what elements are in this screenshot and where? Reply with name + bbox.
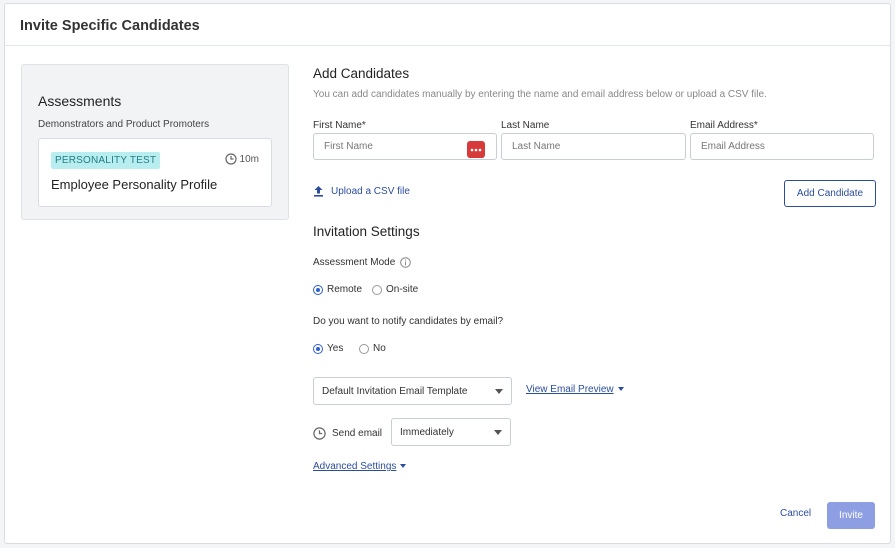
email-label: Email Address* bbox=[690, 120, 758, 131]
advanced-settings-label: Advanced Settings bbox=[313, 461, 397, 472]
radio-label: Yes bbox=[327, 343, 344, 354]
email-template-select[interactable]: Default Invitation Email Template bbox=[313, 377, 512, 405]
notify-no-radio[interactable]: No bbox=[359, 343, 386, 354]
last-name-label: Last Name bbox=[501, 120, 550, 131]
assessment-mode-text: Assessment Mode bbox=[313, 257, 396, 268]
chevron-down-icon bbox=[495, 389, 503, 394]
assessment-duration: 10m bbox=[224, 153, 259, 165]
info-icon[interactable] bbox=[400, 257, 412, 268]
add-candidate-button[interactable]: Add Candidate bbox=[784, 180, 876, 207]
assessments-panel: Assessments Demonstrators and Product Pr… bbox=[21, 64, 289, 220]
email-input[interactable] bbox=[690, 133, 874, 160]
view-preview-label: View Email Preview bbox=[526, 384, 614, 395]
add-candidates-title: Add Candidates bbox=[313, 66, 410, 81]
radio-button[interactable] bbox=[313, 284, 323, 295]
modal-title: Invite Specific Candidates bbox=[20, 18, 200, 34]
assessments-subtitle: Demonstrators and Product Promoters bbox=[38, 119, 210, 130]
mode-remote-radio[interactable]: Remote bbox=[313, 284, 362, 295]
assessment-mode-label: Assessment Mode bbox=[313, 257, 412, 268]
cancel-button[interactable]: Cancel bbox=[780, 508, 811, 519]
notify-yes-radio[interactable]: Yes bbox=[313, 343, 343, 354]
upload-csv-label: Upload a CSV file bbox=[331, 185, 410, 197]
caret-down-icon bbox=[617, 387, 624, 392]
radio-button[interactable] bbox=[359, 343, 369, 354]
assessment-card: PERSONALITY TEST 10m Employee Personalit… bbox=[38, 138, 272, 207]
first-name-label: First Name* bbox=[313, 120, 366, 131]
notify-label: Do you want to notify candidates by emai… bbox=[313, 316, 504, 327]
send-timing-select[interactable]: Immediately bbox=[391, 418, 511, 446]
view-email-preview-link[interactable]: View Email Preview bbox=[526, 384, 624, 395]
invite-button[interactable]: Invite bbox=[827, 502, 875, 529]
advanced-settings-link[interactable]: Advanced Settings bbox=[313, 461, 407, 472]
mode-onsite-radio[interactable]: On-site bbox=[372, 284, 418, 295]
radio-label: No bbox=[373, 343, 386, 354]
upload-csv-link[interactable]: Upload a CSV file bbox=[313, 185, 410, 197]
modal-header: Invite Specific Candidates bbox=[5, 4, 890, 46]
password-manager-icon[interactable] bbox=[467, 141, 485, 158]
invite-modal: Invite Specific Candidates Assessments D… bbox=[4, 3, 891, 544]
assessment-type-tag: PERSONALITY TEST bbox=[51, 152, 161, 169]
select-value: Immediately bbox=[400, 427, 454, 438]
clock-icon bbox=[224, 153, 237, 165]
add-candidates-hint: You can add candidates manually by enter… bbox=[313, 89, 767, 100]
invitation-settings-title: Invitation Settings bbox=[313, 224, 420, 239]
radio-label: Remote bbox=[327, 284, 363, 295]
radio-button[interactable] bbox=[372, 284, 382, 295]
chevron-down-icon bbox=[494, 430, 502, 435]
select-value: Default Invitation Email Template bbox=[322, 386, 468, 397]
duration-text: 10m bbox=[239, 153, 259, 165]
assessments-title: Assessments bbox=[38, 93, 122, 109]
radio-label: On-site bbox=[386, 284, 419, 295]
radio-button[interactable] bbox=[313, 343, 323, 354]
upload-icon bbox=[314, 186, 323, 197]
clock-icon bbox=[313, 427, 326, 440]
send-email-text: Send email bbox=[332, 428, 383, 439]
caret-down-icon bbox=[400, 464, 407, 469]
last-name-input[interactable] bbox=[501, 133, 686, 160]
assessment-name: Employee Personality Profile bbox=[51, 177, 218, 192]
send-email-label: Send email bbox=[313, 427, 382, 440]
